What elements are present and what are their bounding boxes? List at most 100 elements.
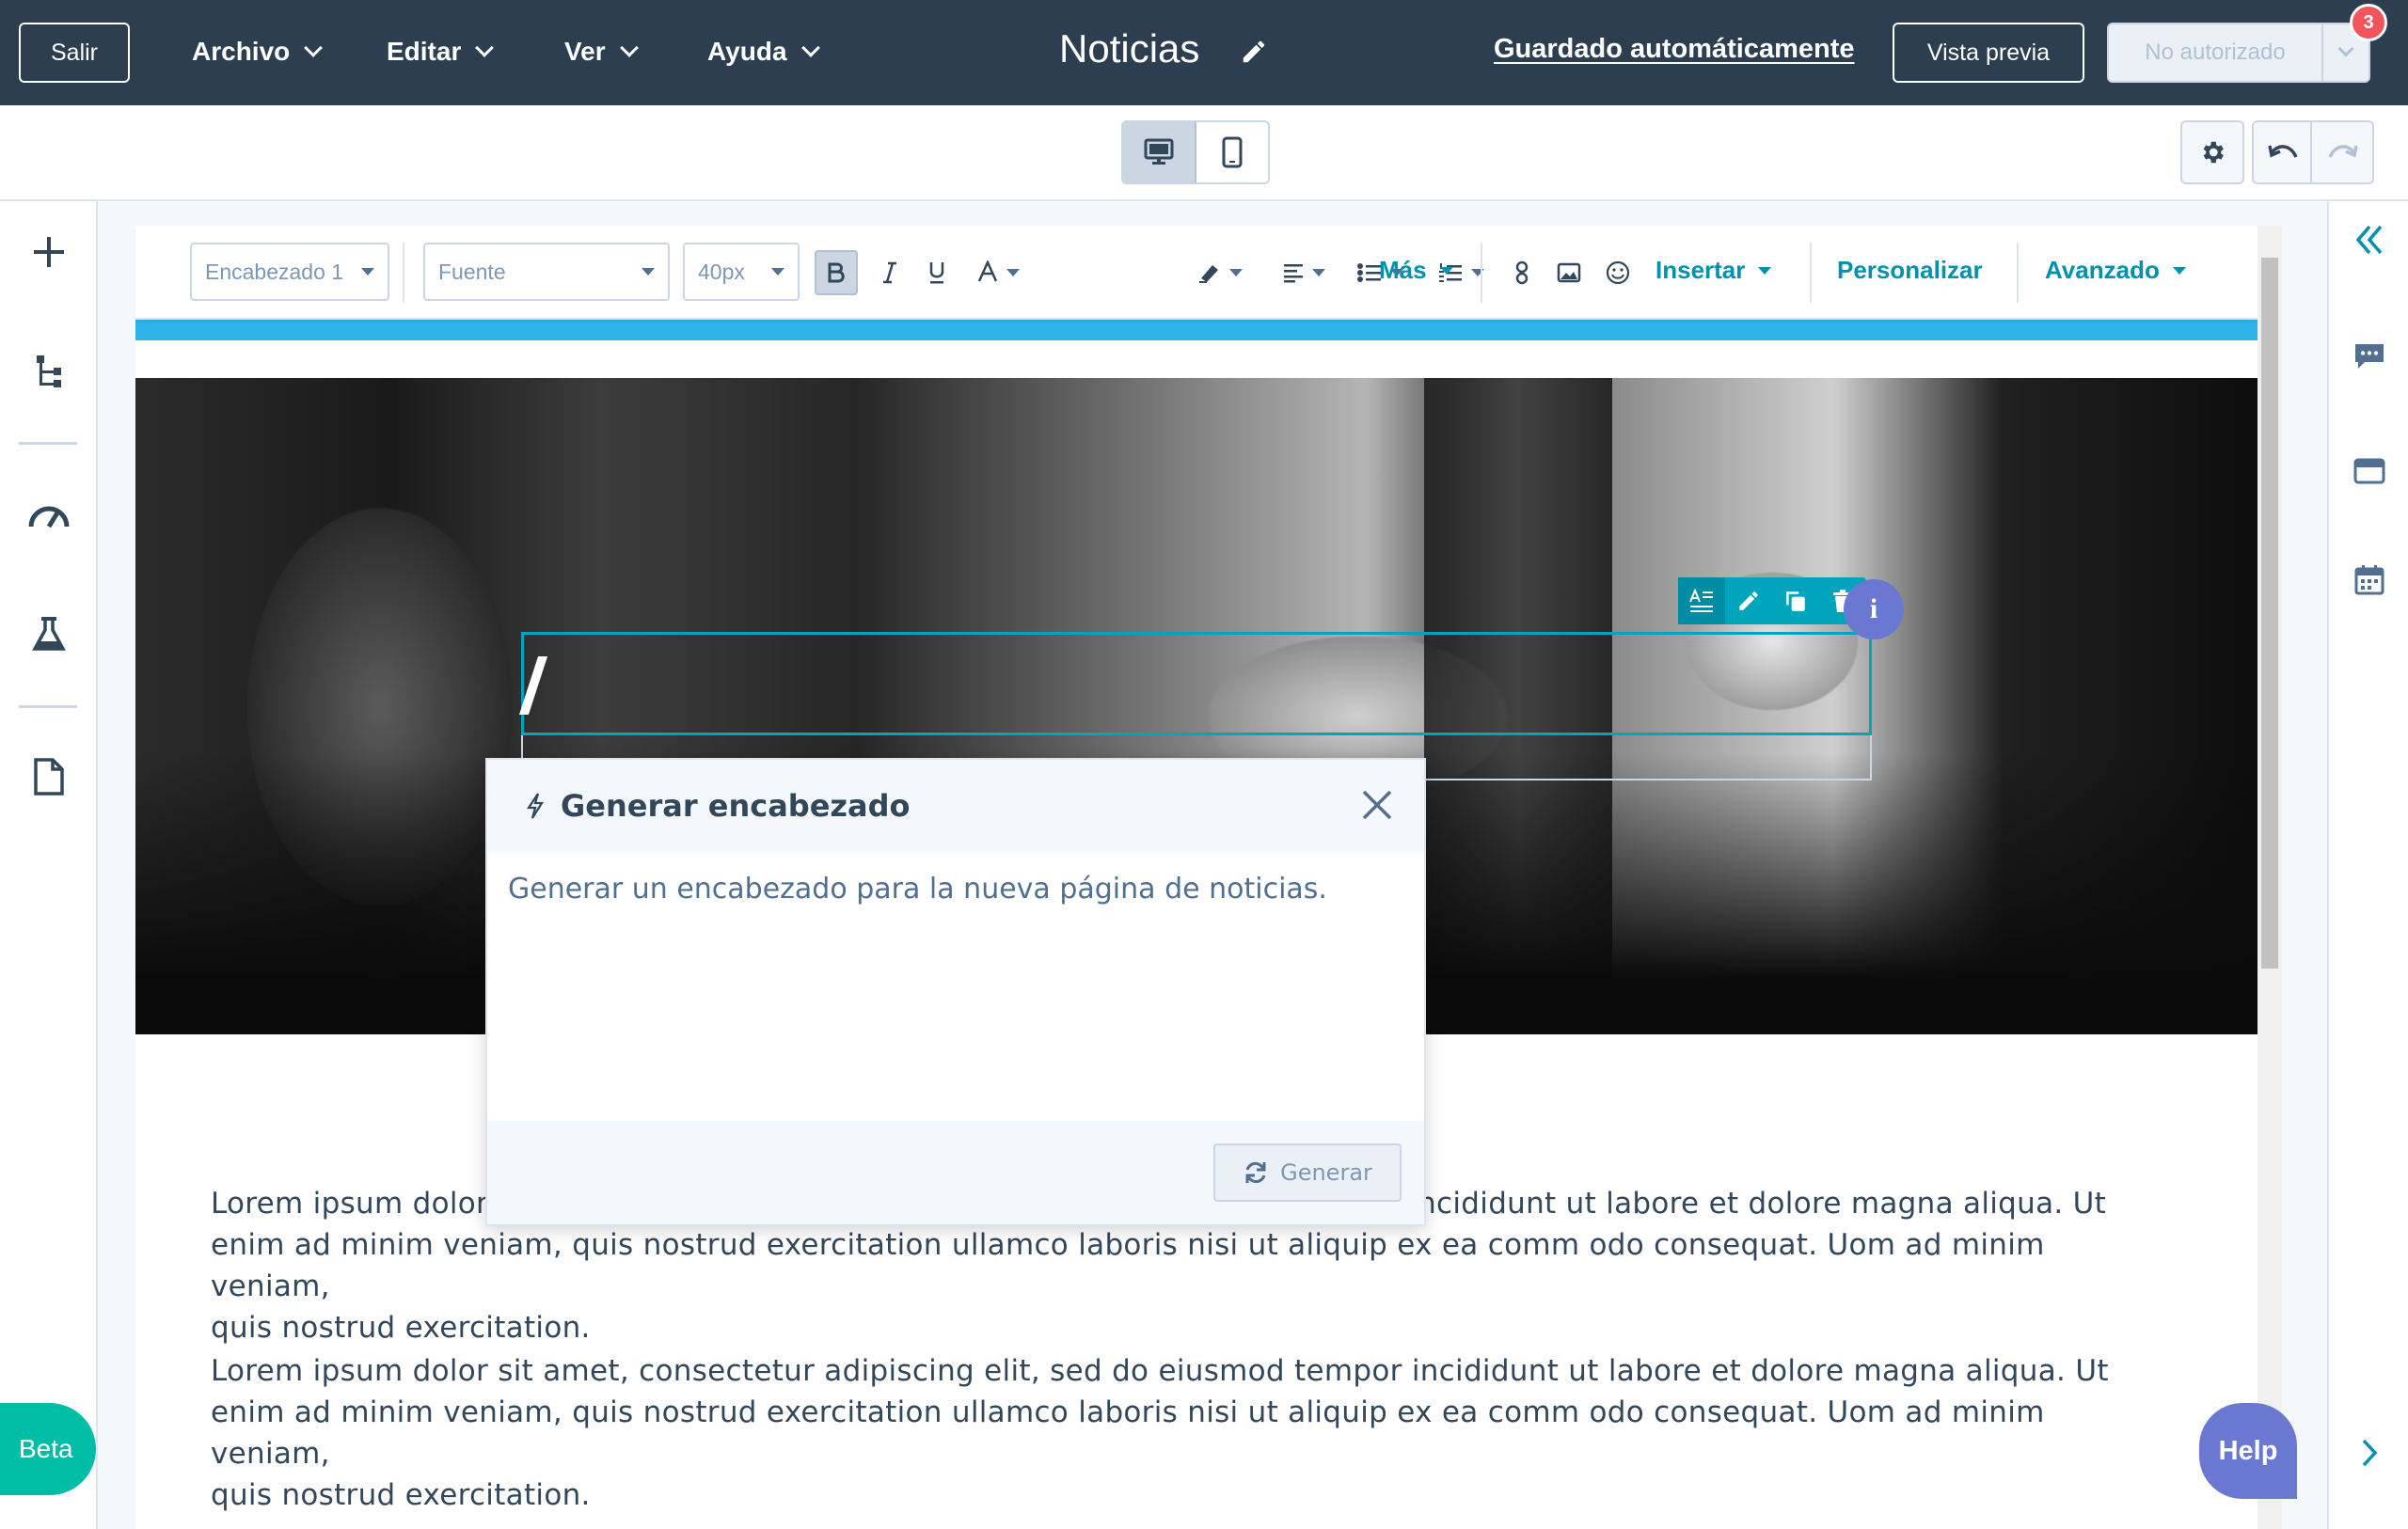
block-style-value: Encabezado 1 — [205, 259, 344, 284]
chevron-right-icon — [2362, 1439, 2378, 1467]
ai-text-button[interactable] — [1678, 577, 1725, 624]
text-color-button[interactable] — [963, 250, 1033, 295]
undo-button[interactable] — [2252, 120, 2316, 184]
close-icon[interactable] — [1358, 786, 1396, 824]
insert-menu-label: Insertar — [1656, 256, 1746, 284]
lightning-icon — [526, 793, 544, 819]
top-navigation-bar: Salir Archivo Editar Ver Ayuda Noticias … — [0, 0, 2408, 105]
prompt-input[interactable]: Generar un encabezado para la nueva pági… — [487, 852, 1424, 1121]
paragraph-1-line-2: enim ad minim veniam, quis nostrud exerc… — [211, 1228, 2045, 1303]
menu-file-label: Archivo — [192, 37, 291, 66]
add-module-button[interactable] — [24, 228, 73, 276]
advanced-menu-button[interactable]: Avanzado — [2045, 256, 2186, 285]
browser-window-icon — [2353, 458, 2385, 484]
beta-button[interactable]: Beta — [0, 1403, 96, 1495]
layout-tree-button[interactable] — [24, 346, 73, 395]
calendar-icon — [2354, 565, 2384, 595]
publish-button[interactable]: No autorizado — [2109, 24, 2323, 81]
page-settings-button[interactable] — [24, 752, 73, 801]
redo-button[interactable] — [2310, 120, 2374, 184]
font-select[interactable]: Fuente — [423, 243, 670, 301]
italic-button[interactable] — [871, 250, 909, 295]
menu-file[interactable]: Archivo — [192, 28, 324, 75]
undo-icon — [2268, 145, 2298, 158]
align-left-icon — [1284, 264, 1303, 283]
insert-menu-button[interactable]: Insertar — [1656, 256, 1772, 285]
duplicate-module-button[interactable] — [1772, 577, 1819, 624]
dialog-title: Generar encabezado — [561, 788, 911, 824]
caret-down-icon — [361, 268, 374, 276]
caret-down-icon — [1229, 269, 1243, 276]
paragraph-2-line-1: Lorem ipsum dolor sit amet, consectetur … — [211, 1354, 2109, 1388]
underline-button[interactable] — [918, 250, 956, 295]
toolbar-divider — [1481, 243, 1482, 303]
help-button[interactable]: Help — [2199, 1403, 2297, 1499]
paragraph-2[interactable]: Lorem ipsum dolor sit amet, consectetur … — [211, 1350, 2167, 1516]
optimize-button[interactable] — [24, 489, 73, 538]
copy-icon — [1785, 591, 1805, 611]
bold-button[interactable] — [815, 250, 858, 295]
tree-icon — [37, 355, 61, 387]
underline-icon — [929, 262, 944, 284]
left-sidebar — [0, 201, 98, 1529]
menu-help[interactable]: Ayuda — [707, 28, 820, 75]
generate-button[interactable]: Generar — [1213, 1143, 1402, 1202]
personalize-button[interactable]: Personalizar — [1837, 256, 1983, 285]
sidebar-divider — [19, 705, 77, 708]
chevron-down-icon — [800, 39, 820, 57]
canvas-scrollbar-thumb[interactable] — [2261, 258, 2278, 969]
browser-preview-button[interactable] — [2346, 448, 2393, 495]
desktop-icon — [1144, 138, 1174, 165]
notification-badge[interactable]: 3 — [2350, 4, 2387, 41]
dialog-header: Generar encabezado — [487, 760, 1424, 852]
page-title[interactable]: Noticias — [1059, 26, 1199, 71]
toolbar-divider — [403, 243, 404, 303]
expand-panel-button[interactable] — [2346, 1429, 2393, 1476]
block-style-select[interactable]: Encabezado 1 — [190, 243, 389, 301]
dialog-footer: Generar — [487, 1121, 1424, 1224]
font-size-select[interactable]: 40px — [683, 243, 800, 301]
double-chevron-left-icon — [2355, 225, 2383, 255]
image-icon — [1557, 262, 1581, 283]
text-color-icon — [977, 260, 998, 282]
pencil-icon[interactable] — [1240, 38, 1268, 71]
mobile-view-button[interactable] — [1196, 122, 1268, 182]
document-icon — [34, 758, 64, 796]
right-sidebar — [2327, 201, 2408, 1529]
insert-emoji-button[interactable] — [1601, 250, 1635, 295]
sidebar-divider — [19, 442, 77, 445]
align-button[interactable] — [1277, 250, 1330, 295]
chevron-down-icon — [619, 39, 639, 57]
advanced-menu-label: Avanzado — [2045, 256, 2160, 284]
info-badge[interactable]: i — [1844, 579, 1904, 639]
more-menu-button[interactable]: Más — [1379, 256, 1453, 285]
caret-down-icon — [1439, 266, 1453, 275]
gear-icon — [2203, 141, 2224, 164]
heading-module-selected[interactable] — [521, 632, 1872, 735]
emoji-icon — [1606, 260, 1630, 285]
refresh-icon — [1245, 1161, 1266, 1184]
menu-help-label: Ayuda — [707, 37, 787, 66]
edit-module-button[interactable] — [1725, 577, 1772, 624]
highlight-button[interactable] — [1189, 250, 1251, 295]
test-button[interactable] — [24, 609, 73, 658]
settings-button[interactable] — [2180, 120, 2244, 184]
chevron-down-icon — [475, 39, 495, 57]
redo-icon — [2328, 145, 2358, 158]
desktop-view-button[interactable] — [1123, 122, 1196, 182]
preview-button[interactable]: Vista previa — [1893, 23, 2084, 83]
mobile-icon — [1222, 136, 1243, 168]
menu-edit[interactable]: Editar — [387, 28, 495, 75]
comment-icon — [2355, 344, 2384, 369]
caret-down-icon — [1006, 269, 1020, 276]
caret-down-icon — [642, 268, 655, 276]
insert-link-button[interactable] — [1505, 250, 1539, 295]
collapse-panel-button[interactable] — [2346, 216, 2393, 263]
menu-view-label: Ver — [564, 37, 606, 66]
comments-button[interactable] — [2346, 333, 2393, 380]
menu-view[interactable]: Ver — [564, 28, 639, 75]
insert-image-button[interactable] — [1552, 250, 1586, 295]
schedule-button[interactable] — [2346, 557, 2393, 604]
exit-button[interactable]: Salir — [19, 23, 130, 83]
autosave-status-link[interactable]: Guardado automáticamente — [1494, 34, 1855, 65]
